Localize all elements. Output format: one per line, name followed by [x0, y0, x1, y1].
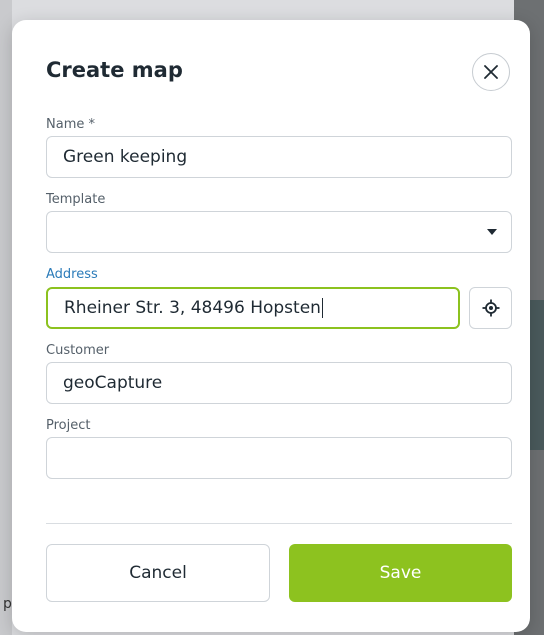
address-input[interactable]: Rheiner Str. 3, 48496 Hopsten	[46, 287, 460, 329]
save-button[interactable]: Save	[289, 544, 512, 602]
project-input[interactable]	[46, 437, 512, 479]
template-select[interactable]	[46, 211, 512, 253]
customer-input-value: geoCapture	[63, 373, 163, 393]
project-label: Project	[46, 418, 91, 433]
address-label: Address	[46, 267, 98, 282]
background-partial-text: p	[3, 596, 12, 612]
name-input-value: Green keeping	[63, 147, 188, 167]
footer-divider	[46, 523, 512, 524]
close-button[interactable]	[472, 53, 510, 91]
chevron-down-icon	[487, 229, 497, 235]
cancel-button[interactable]: Cancel	[46, 544, 270, 602]
name-input[interactable]: Green keeping	[46, 136, 512, 178]
locate-button[interactable]	[469, 287, 512, 329]
background-panel-left	[0, 0, 12, 635]
template-label: Template	[46, 192, 106, 207]
text-caret	[321, 298, 323, 318]
name-label: Name *	[46, 117, 95, 132]
close-icon	[484, 65, 498, 79]
crosshair-icon	[482, 299, 499, 317]
customer-input[interactable]: geoCapture	[46, 362, 512, 404]
create-map-dialog: Create map Name * Green keeping Template…	[12, 20, 530, 632]
address-input-value: Rheiner Str. 3, 48496 Hopsten	[64, 298, 321, 318]
dialog-title: Create map	[46, 58, 183, 82]
customer-label: Customer	[46, 343, 110, 358]
